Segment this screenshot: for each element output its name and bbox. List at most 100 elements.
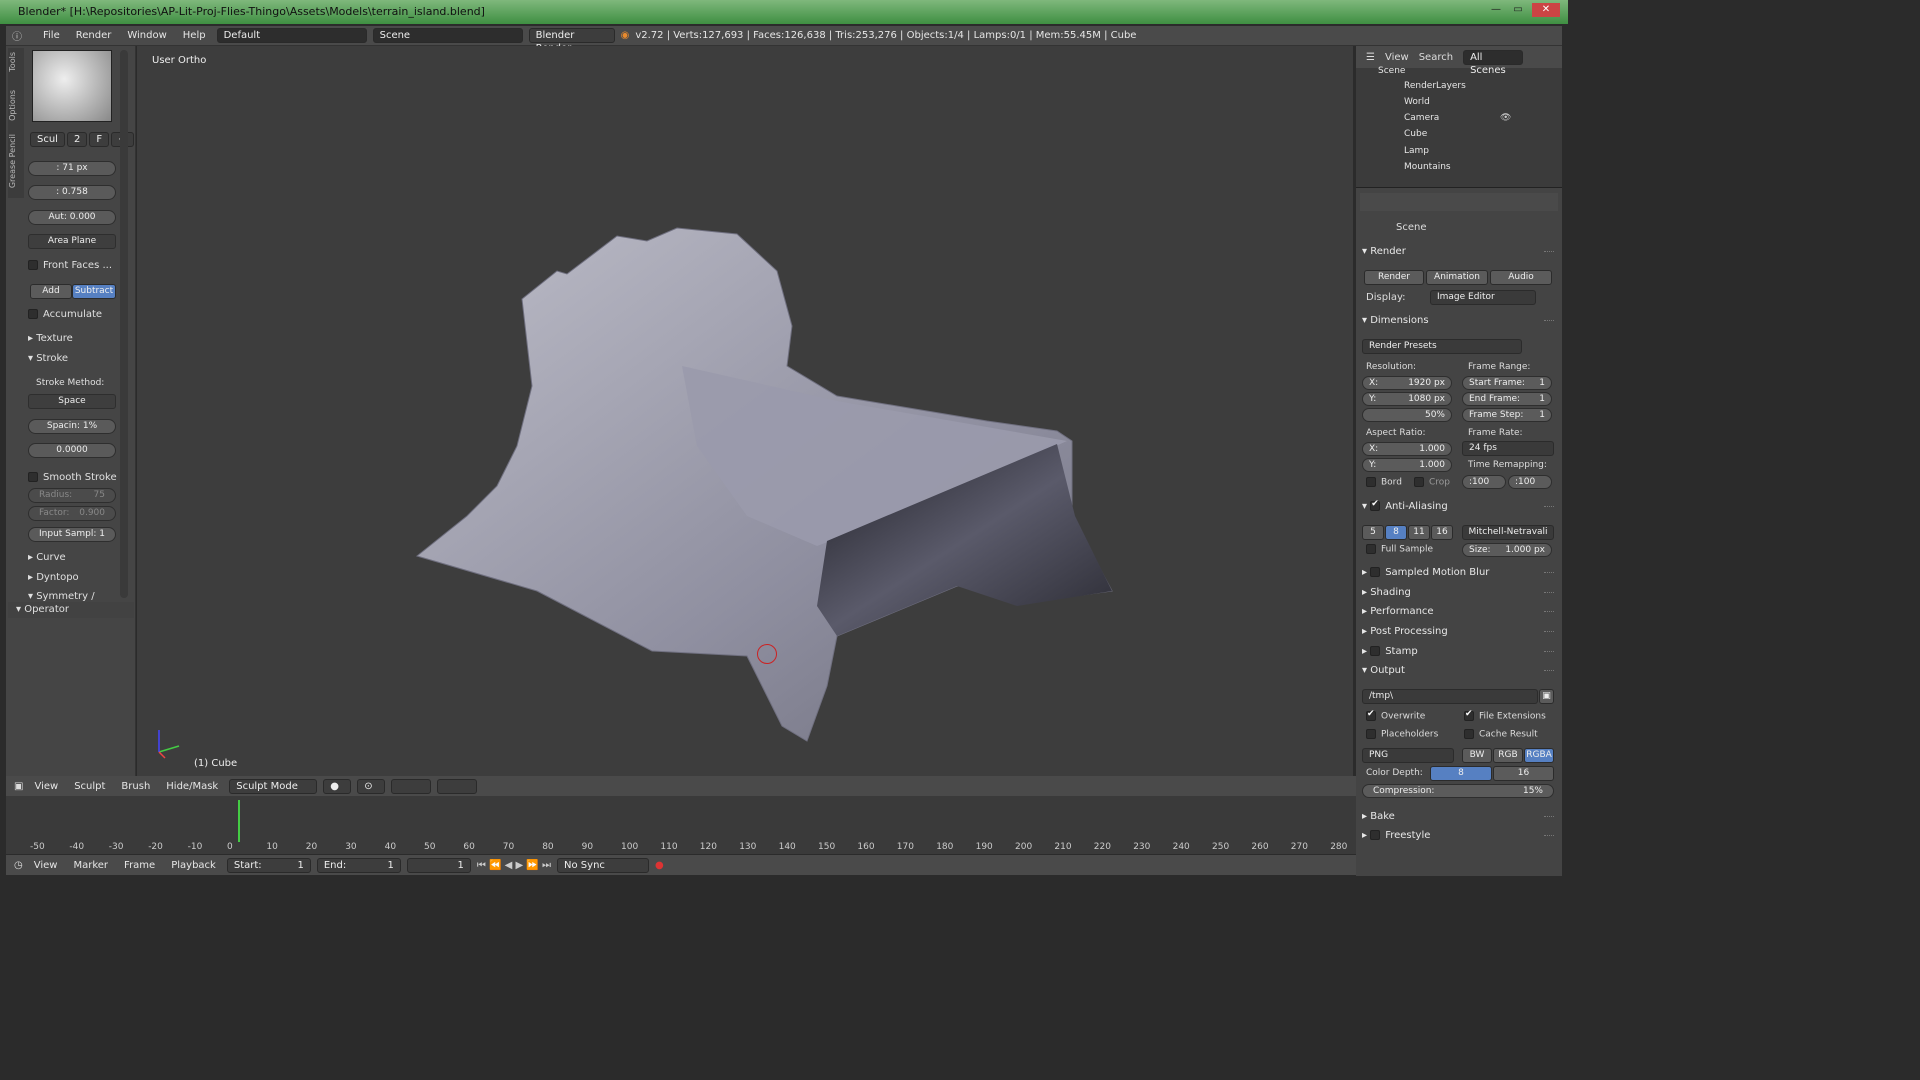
editor-type-icon[interactable]: ▣ (14, 781, 23, 792)
time-remap-new-field[interactable]: :100 (1508, 475, 1552, 489)
layers-grid-2[interactable] (437, 778, 478, 794)
aa-filter-select[interactable]: Mitchell-Netravali (1462, 525, 1554, 540)
start-field[interactable]: Start: 1 (226, 857, 311, 873)
current-frame-field[interactable]: 1 (406, 857, 471, 873)
stroke-panel-header[interactable]: ▾ Stroke (28, 353, 118, 364)
border-checkbox[interactable] (1366, 477, 1376, 487)
accumulate-toggle[interactable]: Accumulate (28, 309, 118, 320)
filter-size-field[interactable]: Size: 1.000 px (1462, 543, 1552, 557)
end-frame-field[interactable]: End Frame: 1 (1462, 392, 1552, 406)
full-sample-checkbox[interactable] (1366, 544, 1376, 554)
aa-samples-5[interactable]: 5 (1362, 525, 1384, 540)
playback-controls[interactable]: ⏮ ⏪ ◀ ▶ ⏩ ⏭ (477, 860, 551, 871)
operator-panel-header[interactable]: ▾ Operator (8, 602, 134, 618)
pivot-select[interactable]: ⊙ (357, 778, 386, 794)
minimize-icon[interactable]: — (1486, 3, 1506, 17)
texture-panel-header[interactable]: ▸ Texture (28, 333, 118, 344)
maximize-icon[interactable]: ▭ (1508, 3, 1528, 17)
freestyle-checkbox[interactable] (1370, 830, 1381, 840)
brush-fake-user[interactable]: F (89, 132, 110, 147)
outliner-item-world[interactable]: World (1404, 97, 1430, 107)
file-extensions-toggle[interactable]: File Extensions (1464, 709, 1546, 722)
input-samples-field[interactable]: Input Sampl: 1 (28, 527, 116, 542)
outliner-item-camera[interactable]: Camera (1404, 113, 1439, 123)
timeline-frame-menu[interactable]: Frame (119, 860, 160, 871)
subtract-button[interactable]: Subtract (72, 284, 116, 299)
frame-step-field[interactable]: Frame Step: 1 (1462, 408, 1552, 422)
resolution-y-field[interactable]: Y: 1080 px (1362, 392, 1452, 406)
aspect-y-field[interactable]: Y: 1.000 (1362, 458, 1452, 472)
post-processing-panel-header[interactable]: ▸ Post Processing (1362, 626, 1554, 637)
outliner-view-menu[interactable]: View (1385, 52, 1409, 63)
bake-panel-header[interactable]: ▸ Bake (1362, 811, 1554, 822)
file-format-select[interactable]: PNG (1362, 748, 1454, 763)
spacing-field[interactable]: Spacin: 1% (28, 419, 116, 434)
outliner-item-cube[interactable]: Cube (1404, 129, 1427, 139)
info-editor-icon[interactable]: ⓘ (12, 28, 32, 43)
anti-aliasing-panel-header[interactable]: ▾ Anti-Aliasing (1362, 499, 1554, 512)
end-field[interactable]: End: 1 (316, 857, 401, 873)
dimensions-panel-header[interactable]: ▾ Dimensions (1362, 315, 1554, 326)
dyntopo-panel-header[interactable]: ▸ Dyntopo (28, 572, 118, 583)
menu-brush[interactable]: Brush (116, 781, 155, 792)
layers-grid-1[interactable] (391, 778, 432, 794)
symmetry-panel-header[interactable]: ▾ Symmetry / Lock (28, 591, 118, 601)
aspect-x-field[interactable]: X: 1.000 (1362, 442, 1452, 456)
border-toggle[interactable]: Bord (1366, 477, 1402, 488)
menu-window[interactable]: Window (122, 30, 171, 41)
brush-name[interactable]: Scul (30, 132, 65, 147)
jitter-field[interactable]: 0.0000 (28, 443, 116, 458)
curve-panel-header[interactable]: ▸ Curve (28, 552, 118, 563)
folder-icon[interactable]: ▣ (1539, 689, 1554, 704)
front-faces-checkbox[interactable] (28, 260, 38, 270)
brush-preview[interactable] (32, 50, 112, 122)
outliner-item-lamp[interactable]: Lamp (1404, 146, 1429, 156)
radius-field[interactable]: : 71 px (28, 161, 116, 176)
crop-toggle[interactable]: Crop (1414, 477, 1450, 488)
sculpt-plane-select[interactable]: Area Plane (28, 234, 116, 249)
outliner-item-mountains[interactable]: Mountains (1404, 162, 1451, 172)
crop-checkbox[interactable] (1414, 477, 1424, 487)
smooth-stroke-toggle[interactable]: Smooth Stroke (28, 472, 118, 483)
autosmooth-field[interactable]: Aut: 0.000 (28, 210, 116, 225)
overwrite-toggle[interactable]: Overwrite (1366, 709, 1425, 722)
shading-select[interactable]: ● (323, 778, 352, 794)
menu-sculpt[interactable]: Sculpt (69, 781, 110, 792)
freestyle-panel-header[interactable]: ▸ Freestyle (1362, 830, 1554, 841)
stroke-method-select[interactable]: Space (28, 394, 116, 409)
overwrite-checkbox[interactable] (1366, 709, 1376, 721)
3d-cursor[interactable] (757, 644, 777, 664)
sync-select[interactable]: No Sync (557, 857, 650, 873)
render-presets-select[interactable]: Render Presets (1362, 339, 1522, 354)
cache-result-toggle[interactable]: Cache Result (1464, 729, 1538, 740)
terrain-mesh[interactable] (137, 46, 1353, 776)
tab-options[interactable]: Options (8, 90, 24, 121)
compression-slider[interactable]: Compression: 15% (1362, 784, 1554, 798)
render-audio-button[interactable]: Audio (1490, 270, 1552, 285)
outliner-item-renderlayers[interactable]: RenderLayers (1404, 81, 1466, 91)
menu-hide-mask[interactable]: Hide/Mask (161, 781, 223, 792)
playhead[interactable] (238, 800, 240, 842)
front-faces-toggle[interactable]: Front Faces ... (28, 260, 118, 271)
color-rgba-button[interactable]: RGBA (1524, 748, 1554, 763)
time-remap-old-field[interactable]: :100 (1462, 475, 1506, 489)
cache-result-checkbox[interactable] (1464, 729, 1474, 739)
close-icon[interactable]: ✕ (1532, 3, 1560, 17)
output-path-field[interactable]: /tmp\ (1362, 689, 1538, 704)
motion-blur-checkbox[interactable] (1370, 567, 1381, 577)
color-rgb-button[interactable]: RGB (1493, 748, 1523, 763)
tab-grease-pencil[interactable]: Grease Pencil (8, 134, 24, 188)
outliner-item-scene[interactable]: Scene (1378, 66, 1405, 76)
resolution-x-field[interactable]: X: 1920 px (1362, 376, 1452, 390)
visibility-eye-icon[interactable]: 👁 (1500, 113, 1511, 123)
shading-panel-header[interactable]: ▸ Shading (1362, 587, 1554, 598)
timeline-playback-menu[interactable]: Playback (166, 860, 221, 871)
timeline-marker-menu[interactable]: Marker (68, 860, 113, 871)
3d-viewport[interactable]: User Ortho (1) Cube (137, 46, 1353, 776)
scene-select[interactable]: Scene (372, 28, 523, 43)
full-sample-toggle[interactable]: Full Sample (1366, 544, 1433, 555)
color-depth-16-button[interactable]: 16 (1493, 766, 1554, 781)
start-frame-field[interactable]: Start Frame: 1 (1462, 376, 1552, 390)
aa-samples-8[interactable]: 8 (1385, 525, 1407, 540)
strength-field[interactable]: : 0.758 (28, 185, 116, 200)
